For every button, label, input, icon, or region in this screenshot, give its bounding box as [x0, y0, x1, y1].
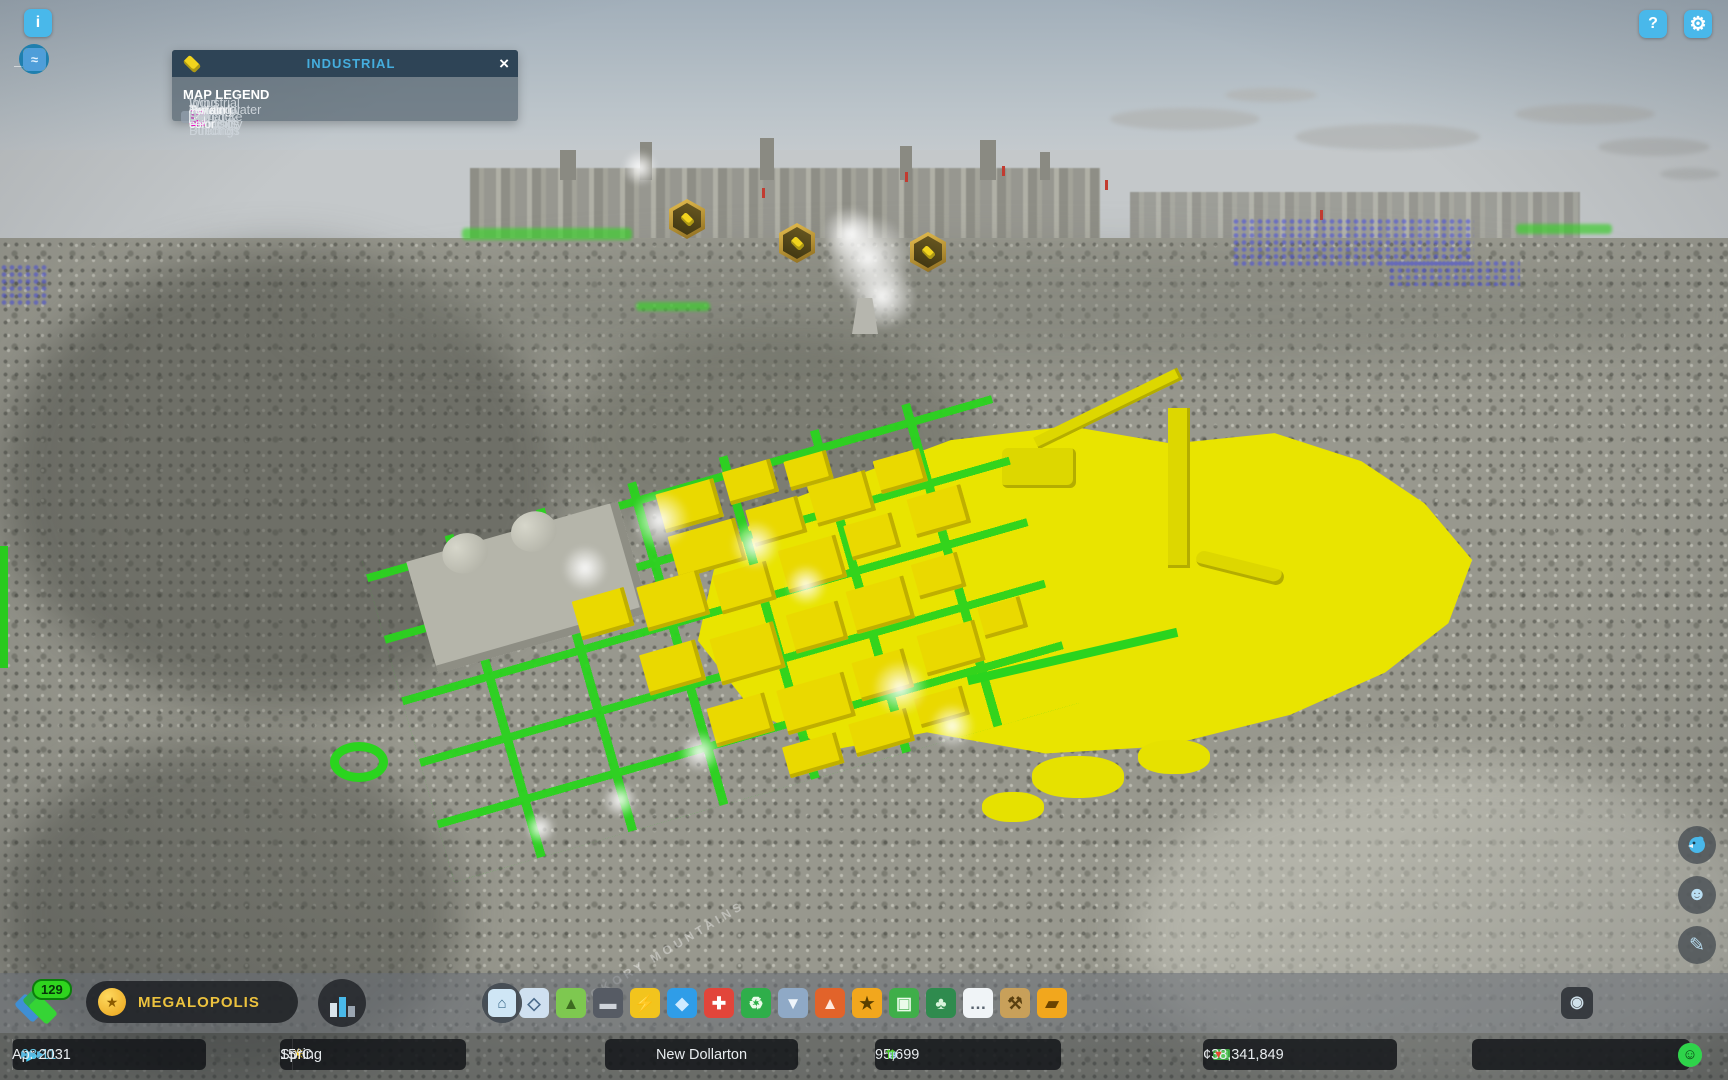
help-button[interactable]: ?: [1639, 10, 1667, 38]
photo-mode-button[interactable]: ◉: [1561, 987, 1593, 1019]
legend-row: Wind Speed & DirectionTerrain color✓LowH…: [181, 111, 197, 123]
legend-title: INDUSTRIAL: [203, 56, 499, 71]
main-toolbar: 129 ★ MEGALOPOLIS ◇▲▬⚡◆✚♻▼▲★▣♣…⚒▰¢❖⌂ ◉: [0, 973, 1728, 1033]
person-icon: ☻: [1687, 884, 1707, 906]
city-level[interactable]: 129: [14, 979, 70, 1027]
journal-button[interactable]: ✎: [1678, 926, 1716, 964]
city-progress-icon[interactable]: [318, 979, 366, 1027]
settings-button[interactable]: ⚙: [1684, 10, 1712, 38]
chirper-button[interactable]: [1678, 826, 1716, 864]
city-name-pill[interactable]: New Dollarton: [605, 1039, 798, 1070]
city-overview-button[interactable]: ⌂: [482, 983, 522, 1023]
population-trend-icon: ⇈: [875, 1047, 906, 1063]
public-transport-icon[interactable]: ▣: [889, 988, 919, 1018]
water-sewage-icon[interactable]: ◆: [667, 988, 697, 1018]
time-controls: ▶ 08:11 Apr 2031 ▶▶▶: [12, 1039, 206, 1070]
water-pollution-icon[interactable]: ≈: [23, 48, 46, 71]
money-trend-icon: ▼: [1203, 1049, 1234, 1061]
season: Spring: [280, 1047, 322, 1063]
status-bar: ▶ 08:11 Apr 2031 ▶▶▶ ☀ 15°C Spring New D…: [0, 1033, 1728, 1080]
milestone-pill[interactable]: ★ MEGALOPOLIS: [86, 981, 298, 1023]
fire-rescue-icon[interactable]: ▲: [815, 988, 845, 1018]
terraforming-icon[interactable]: ⚒: [1000, 988, 1030, 1018]
speed-controls[interactable]: ▶▶▶: [12, 1049, 54, 1060]
close-icon[interactable]: ×: [499, 54, 509, 74]
level-badge: 129: [32, 979, 72, 1000]
parks-recreation-icon[interactable]: ♣: [926, 988, 956, 1018]
info-button[interactable]: i: [24, 9, 52, 37]
legend-header[interactable]: INDUSTRIAL ×: [172, 50, 518, 77]
vignette: [0, 0, 1728, 1080]
garbage-icon[interactable]: ♻: [741, 988, 771, 1018]
map-legend-panel: INDUSTRIAL × MAP LEGEND Industrial Build…: [172, 50, 518, 121]
education-icon[interactable]: ▼: [778, 988, 808, 1018]
happiness-pill[interactable]: ☺☺☺☺☺: [1472, 1039, 1690, 1070]
milestone-name: MEGALOPOLIS: [138, 994, 260, 1011]
game-viewport[interactable]: HICKORY MOUNTAINS: [0, 0, 1728, 1080]
bird-icon: [1686, 834, 1708, 856]
population-pill[interactable]: ☻ 95,699 ⇈: [875, 1039, 1061, 1070]
industrial-zone-icon: [181, 53, 203, 75]
city-name: New Dollarton: [656, 1047, 747, 1063]
police-icon[interactable]: ★: [852, 988, 882, 1018]
cities-skylines-2-screen: HICKORY MOUNTAINS i ? ⚙ ▬▣⚡◆✚♻▲⚒★⌂▼▣✉…♣▮…: [0, 0, 1728, 1080]
construction-tools: ◇▲▬⚡◆✚♻▼▲★▣♣…⚒▰¢❖⌂: [482, 988, 1067, 1018]
communications-icon[interactable]: …: [963, 988, 993, 1018]
infoview-row: ▲▬∩≈: [14, 52, 32, 67]
citizens-button[interactable]: ☻: [1678, 876, 1716, 914]
trophy-icon: ★: [98, 988, 126, 1016]
city-overview-icon[interactable]: ⌂: [488, 989, 516, 1017]
healthcare-icon[interactable]: ✚: [704, 988, 734, 1018]
bulldozer-icon[interactable]: ▰: [1037, 988, 1067, 1018]
happiness-face: ☺: [1678, 1043, 1702, 1067]
weather-pill[interactable]: ☀ 15°C Spring: [280, 1039, 466, 1070]
electricity-icon[interactable]: ⚡: [630, 988, 660, 1018]
notes-icon: ✎: [1689, 934, 1705, 957]
money-pill[interactable]: ¢38,341,849 ▼: [1203, 1039, 1397, 1070]
